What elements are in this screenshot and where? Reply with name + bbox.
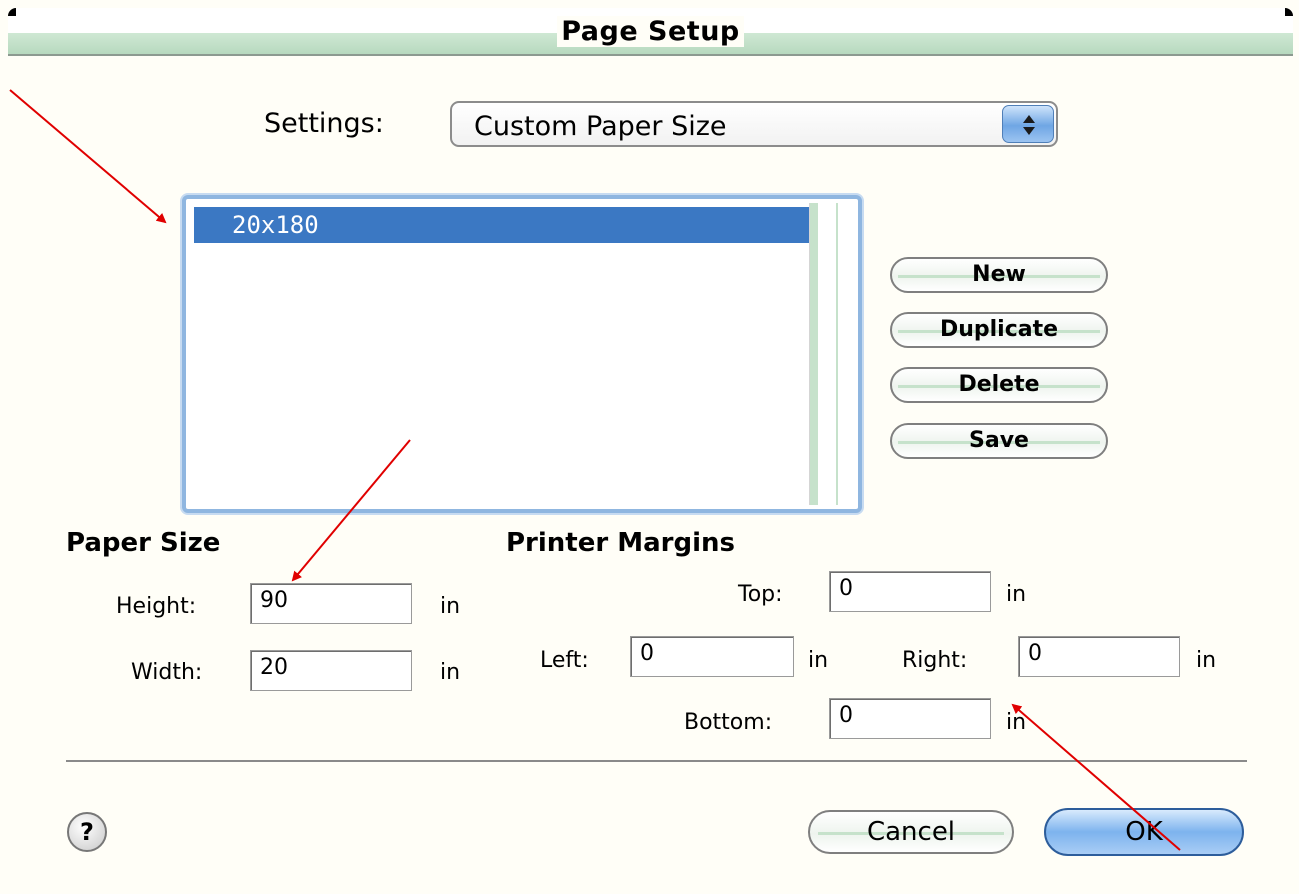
height-unit: in bbox=[440, 594, 461, 619]
paper-size-heading: Paper Size bbox=[66, 528, 221, 558]
divider bbox=[66, 760, 1247, 762]
list-item[interactable]: 20x180 bbox=[194, 207, 812, 243]
width-label: Width: bbox=[131, 660, 203, 685]
window-corner-left bbox=[8, 8, 16, 16]
annotation-arrow-list bbox=[9, 89, 167, 224]
top-margin-unit: in bbox=[1006, 582, 1027, 607]
settings-popup[interactable]: Custom Paper Size bbox=[450, 101, 1058, 147]
height-field[interactable]: 90 bbox=[250, 583, 412, 624]
left-margin-field[interactable]: 0 bbox=[630, 636, 794, 677]
top-margin-field[interactable]: 0 bbox=[829, 571, 991, 612]
settings-label: Settings: bbox=[264, 108, 384, 139]
window-title: Page Setup bbox=[8, 16, 1293, 47]
title-bar: Page Setup bbox=[8, 8, 1293, 56]
bottom-margin-label: Bottom: bbox=[684, 710, 773, 735]
top-margin-label: Top: bbox=[738, 582, 783, 607]
list-scrollbar[interactable] bbox=[809, 203, 850, 505]
window-corner-right bbox=[1285, 8, 1293, 16]
right-margin-unit: in bbox=[1196, 648, 1217, 673]
right-margin-field[interactable]: 0 bbox=[1018, 636, 1180, 677]
help-button[interactable]: ? bbox=[67, 812, 107, 852]
window-title-text: Page Setup bbox=[557, 16, 744, 47]
width-field[interactable]: 20 bbox=[250, 650, 412, 691]
right-margin-label: Right: bbox=[902, 648, 968, 673]
height-label: Height: bbox=[116, 594, 197, 619]
width-unit: in bbox=[440, 660, 461, 685]
printer-margins-heading: Printer Margins bbox=[506, 528, 735, 558]
left-margin-unit: in bbox=[808, 648, 829, 673]
left-margin-label: Left: bbox=[540, 648, 589, 673]
ok-button[interactable]: OK bbox=[1044, 808, 1244, 856]
delete-button[interactable]: Delete bbox=[890, 367, 1108, 403]
save-button[interactable]: Save bbox=[890, 423, 1108, 459]
paper-size-list[interactable]: 20x180 bbox=[182, 195, 862, 513]
list-item-label: 20x180 bbox=[232, 211, 319, 239]
bottom-margin-field[interactable]: 0 bbox=[829, 698, 991, 739]
new-button[interactable]: New bbox=[890, 257, 1108, 293]
duplicate-button[interactable]: Duplicate bbox=[890, 312, 1108, 348]
cancel-button[interactable]: Cancel bbox=[808, 810, 1014, 854]
bottom-margin-unit: in bbox=[1006, 710, 1027, 735]
popup-arrows-icon bbox=[1002, 105, 1054, 143]
settings-popup-value: Custom Paper Size bbox=[474, 111, 727, 142]
